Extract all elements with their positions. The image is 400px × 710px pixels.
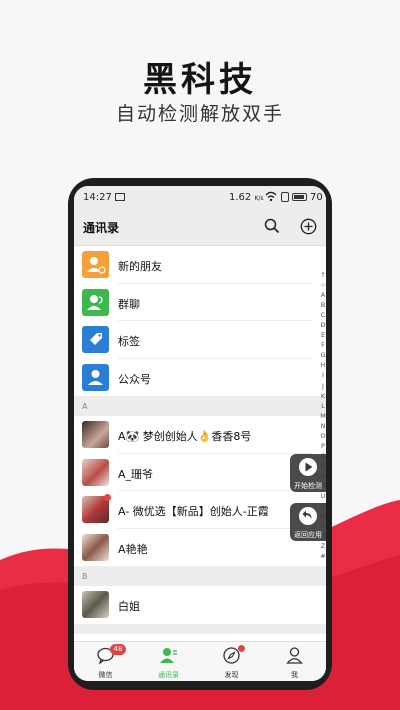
contact-row[interactable]: A艳艳: [74, 528, 326, 566]
phone-screen: 14:27 1.62 K/s 70 通讯录 新的朋友 群聊 标签 公众号 A A…: [74, 186, 326, 681]
back-icon: [299, 507, 317, 525]
contacts-icon: [160, 648, 177, 663]
index-letter[interactable]: I: [318, 370, 326, 380]
page-title: 通讯录: [83, 221, 120, 235]
avatar: [82, 533, 109, 561]
index-letter[interactable]: U: [318, 491, 326, 501]
back-to-app-button[interactable]: 返回应用: [290, 503, 326, 541]
contacts-list: 新的朋友 群聊 标签 公众号 A A🐼 梦创创始人👌香香8号 A_珊爷 A- 微…: [74, 246, 326, 634]
contact-row[interactable]: A🐼 梦创创始人👌香香8号: [74, 416, 326, 454]
group-chat-row[interactable]: 群聊: [74, 283, 326, 321]
index-letter[interactable]: K: [318, 391, 326, 401]
tab-label: 我: [291, 671, 298, 679]
subheadline: 自动检测解放双手: [115, 103, 284, 125]
phone-status-icon: [281, 192, 289, 202]
unread-badge: 48: [110, 644, 126, 655]
plus-circle-icon[interactable]: [300, 218, 317, 235]
official-account-icon: [82, 363, 109, 391]
discover-dot: [238, 645, 245, 652]
tab-me[interactable]: 我: [263, 642, 326, 681]
unread-dot: [104, 494, 111, 501]
index-letter[interactable]: O: [318, 431, 326, 441]
tags-row[interactable]: 标签: [74, 321, 326, 359]
bottom-tab-bar: 48 微信 通讯录 发现 我: [74, 641, 326, 681]
tab-label: 微信: [98, 671, 113, 679]
index-letter[interactable]: Z: [318, 541, 326, 551]
tag-icon: [82, 326, 109, 353]
tab-label: 发现: [224, 671, 239, 679]
battery-icon: [292, 193, 307, 201]
index-letter[interactable]: ☆: [318, 280, 326, 290]
contact-name: A- 微优选【新品】创始人-正霞: [118, 505, 269, 518]
start-detect-button[interactable]: 开始检测: [290, 454, 326, 492]
contact-name: A艳艳: [118, 542, 148, 556]
index-letter[interactable]: H: [318, 360, 326, 370]
image-notification-icon: [115, 193, 125, 201]
index-letter[interactable]: F: [318, 340, 326, 350]
index-letter[interactable]: M: [318, 411, 326, 421]
battery-level: 70: [310, 192, 323, 203]
contact-name: A🐼 梦创创始人👌香香8号: [118, 430, 252, 443]
start-detect-label: 开始检测: [294, 482, 322, 490]
section-header-next: [74, 623, 326, 634]
tab-chats[interactable]: 48 微信: [74, 642, 137, 681]
status-time: 14:27: [83, 192, 112, 203]
headline: 黑科技: [143, 60, 257, 100]
network-speed: 1.62 K/s: [229, 192, 264, 203]
index-letter[interactable]: C: [318, 310, 326, 320]
tab-contacts[interactable]: 通讯录: [137, 642, 200, 681]
index-letter[interactable]: ↑: [318, 270, 326, 280]
search-icon[interactable]: [264, 218, 280, 234]
index-letter[interactable]: P: [318, 441, 326, 451]
add-friend-icon: [82, 251, 109, 278]
avatar: [82, 591, 109, 618]
section-header-a: A: [74, 396, 326, 416]
contact-name: 白姐: [118, 600, 140, 613]
avatar: [82, 421, 109, 448]
row-label: 标签: [118, 335, 140, 348]
group-chat-icon: [82, 288, 109, 316]
row-label: 公众号: [118, 372, 151, 386]
phone-frame: 14:27 1.62 K/s 70 通讯录 新的朋友 群聊 标签 公众号 A A…: [68, 178, 332, 690]
index-letter[interactable]: B: [318, 300, 326, 310]
index-letter[interactable]: #: [318, 551, 326, 561]
contact-name: A_珊爷: [118, 467, 154, 481]
wifi-icon: [265, 191, 277, 202]
status-bar: 14:27 1.62 K/s 70: [74, 186, 326, 208]
tab-label: 通讯录: [158, 671, 179, 679]
index-letter[interactable]: L: [318, 401, 326, 411]
official-accounts-row[interactable]: 公众号: [74, 358, 326, 396]
index-letter[interactable]: J: [318, 381, 326, 391]
index-letter[interactable]: A: [318, 290, 326, 300]
contact-row[interactable]: A_珊爷: [74, 453, 326, 491]
contact-row[interactable]: 白姐: [74, 586, 326, 624]
play-icon: [299, 458, 317, 476]
index-letter[interactable]: D: [318, 320, 326, 330]
avatar: [82, 458, 109, 486]
title-bar: 通讯录: [74, 208, 326, 246]
row-label: 群聊: [118, 297, 140, 311]
section-header-b: B: [74, 566, 326, 586]
index-letter[interactable]: E: [318, 330, 326, 340]
index-letter[interactable]: G: [318, 350, 326, 360]
person-icon: [286, 647, 303, 664]
new-friends-row[interactable]: 新的朋友: [74, 246, 326, 284]
tab-discover[interactable]: 发现: [200, 642, 263, 681]
back-to-app-label: 返回应用: [294, 531, 322, 539]
row-label: 新的朋友: [118, 260, 162, 273]
index-letter[interactable]: N: [318, 421, 326, 431]
contact-row[interactable]: A- 微优选【新品】创始人-正霞: [74, 491, 326, 529]
